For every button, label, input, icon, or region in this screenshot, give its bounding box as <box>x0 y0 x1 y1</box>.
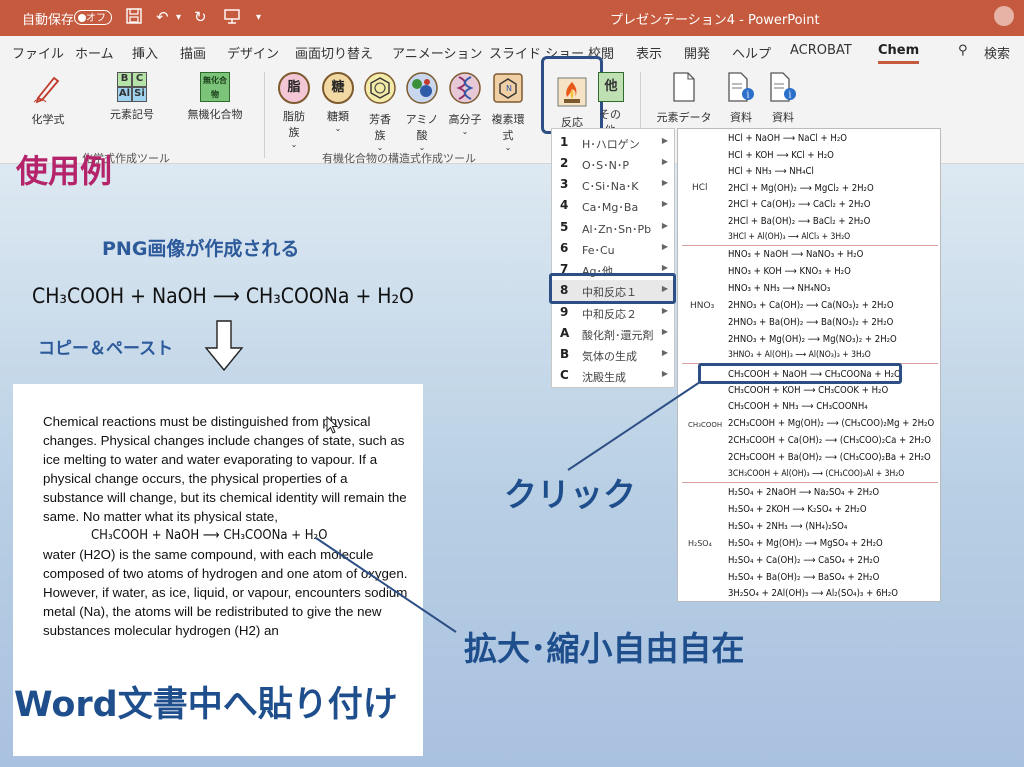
annotation-lines <box>315 381 701 633</box>
